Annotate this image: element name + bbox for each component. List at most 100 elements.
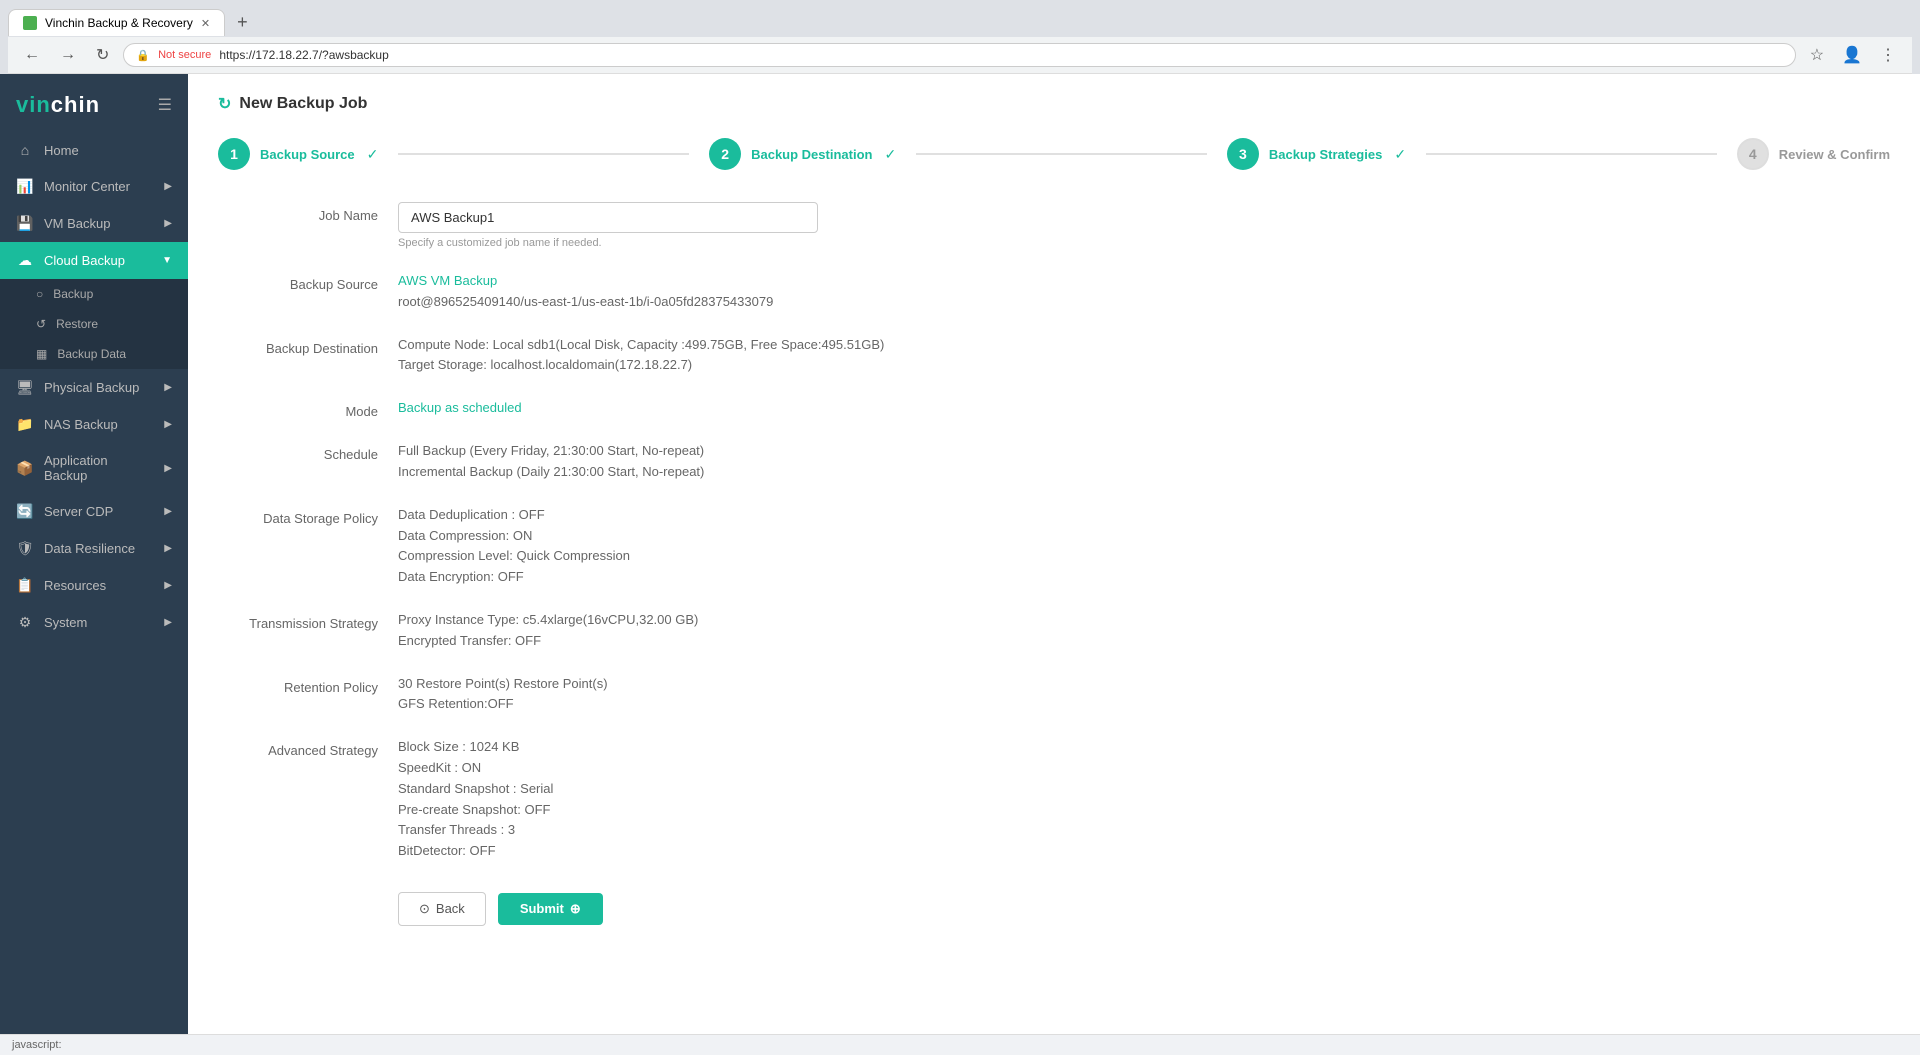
transmission-line2: Encrypted Transfer: OFF: [398, 631, 1118, 652]
physical-backup-arrow: ▶: [164, 382, 172, 393]
sidebar-item-physical-backup[interactable]: 🖥 Physical Backup ▶: [0, 369, 188, 406]
browser-nav-actions: ☆ 👤 ⋮: [1804, 43, 1902, 67]
step-2-number: 2: [721, 146, 729, 162]
step-2-check: ✓: [884, 146, 896, 163]
data-storage-line2: Data Compression: ON: [398, 526, 1118, 547]
sidebar-toggle-button[interactable]: ☰: [158, 95, 172, 115]
active-tab[interactable]: Vinchin Backup & Recovery ✕: [8, 9, 225, 36]
data-storage-line1: Data Deduplication : OFF: [398, 505, 1118, 526]
review-form: Job Name Specify a customized job name i…: [218, 202, 1118, 926]
sidebar-item-server-cdp[interactable]: 🔄 Server CDP ▶: [0, 493, 188, 530]
nas-backup-arrow: ▶: [164, 419, 172, 430]
sidebar-item-label-cloud-backup: Cloud Backup: [44, 253, 125, 268]
sidebar-item-label-physical-backup: Physical Backup: [44, 380, 139, 395]
step-divider-1: [398, 153, 689, 155]
advanced-line3: Standard Snapshot : Serial: [398, 779, 1118, 800]
server-cdp-icon: 🔄: [16, 503, 34, 520]
transmission-strategy-row: Transmission Strategy Proxy Instance Typ…: [218, 610, 1118, 652]
new-tab-button[interactable]: +: [229, 8, 256, 37]
bookmark-button[interactable]: ☆: [1804, 43, 1830, 67]
tab-close-button[interactable]: ✕: [201, 17, 210, 30]
page-title: New Backup Job: [239, 95, 367, 113]
sidebar-sub-item-backup[interactable]: ○ Backup: [0, 279, 188, 309]
step-2-circle: 2: [709, 138, 741, 170]
server-cdp-arrow: ▶: [164, 506, 172, 517]
sidebar-item-data-resilience[interactable]: 🛡 Data Resilience ▶: [0, 530, 188, 567]
advanced-strategy-row: Advanced Strategy Block Size : 1024 KB S…: [218, 737, 1118, 862]
sidebar-nav: ⌂ Home 📊 Monitor Center ▶ 💾 VM Backup ▶ …: [0, 132, 188, 1034]
home-icon: ⌂: [16, 142, 34, 158]
retention-policy-value: 30 Restore Point(s) Restore Point(s) GFS…: [398, 674, 1118, 716]
step-divider-3: [1426, 153, 1717, 155]
transmission-text: Proxy Instance Type: c5.4xlarge(16vCPU,3…: [398, 610, 1118, 652]
refresh-icon[interactable]: ↻: [218, 94, 231, 114]
sidebar-item-home[interactable]: ⌂ Home: [0, 132, 188, 168]
sidebar-item-monitor-center[interactable]: 📊 Monitor Center ▶: [0, 168, 188, 205]
back-circle-icon: ⊙: [419, 901, 430, 917]
step-divider-2: [916, 153, 1207, 155]
menu-button[interactable]: ⋮: [1874, 43, 1902, 67]
backup-destination-line1: Compute Node: Local sdb1(Local Disk, Cap…: [398, 335, 1118, 356]
forward-nav-button[interactable]: →: [54, 44, 82, 66]
sidebar-item-label-monitor-center: Monitor Center: [44, 179, 130, 194]
physical-backup-icon: 🖥: [16, 379, 34, 396]
profile-button[interactable]: 👤: [1836, 43, 1868, 67]
sidebar-item-label-resources: Resources: [44, 578, 106, 593]
transmission-strategy-value: Proxy Instance Type: c5.4xlarge(16vCPU,3…: [398, 610, 1118, 652]
retention-text: 30 Restore Point(s) Restore Point(s) GFS…: [398, 674, 1118, 716]
step-1-label: Backup Source: [260, 147, 355, 162]
schedule-row: Schedule Full Backup (Every Friday, 21:3…: [218, 441, 1118, 483]
sidebar-item-nas-backup[interactable]: 📁 NAS Backup ▶: [0, 406, 188, 443]
sidebar-item-label-data-resilience: Data Resilience: [44, 541, 135, 556]
backup-destination-label: Backup Destination: [218, 335, 378, 356]
sidebar-item-label-server-cdp: Server CDP: [44, 504, 113, 519]
step-3-circle: 3: [1227, 138, 1259, 170]
address-bar[interactable]: 🔒 Not secure https://172.18.22.7/?awsbac…: [123, 43, 1795, 67]
advanced-strategy-value: Block Size : 1024 KB SpeedKit : ON Stand…: [398, 737, 1118, 862]
sidebar-sub-item-restore[interactable]: ↺ Restore: [0, 309, 188, 339]
mode-row: Mode Backup as scheduled: [218, 398, 1118, 419]
data-storage-line4: Data Encryption: OFF: [398, 567, 1118, 588]
back-button[interactable]: ⊙ Back: [398, 892, 486, 926]
system-icon: ⚙: [16, 614, 34, 631]
step-4-number: 4: [1749, 146, 1757, 162]
sidebar-sub-item-backup-data[interactable]: ▦ Backup Data: [0, 339, 188, 369]
step-3-number: 3: [1239, 146, 1247, 162]
step-1: 1 Backup Source ✓: [218, 138, 378, 170]
url-display: https://172.18.22.7/?awsbackup: [219, 48, 388, 62]
sidebar-sub-label-backup: Backup: [53, 287, 93, 301]
nas-backup-icon: 📁: [16, 416, 34, 433]
cloud-backup-icon: ☁: [16, 252, 34, 269]
data-storage-policy-row: Data Storage Policy Data Deduplication :…: [218, 505, 1118, 588]
job-name-label: Job Name: [218, 202, 378, 223]
mode-value: Backup as scheduled: [398, 398, 1118, 419]
sidebar-item-system[interactable]: ⚙ System ▶: [0, 604, 188, 641]
backup-source-row: Backup Source AWS VM Backup root@8965254…: [218, 271, 1118, 313]
logo-text: vinchin: [16, 92, 100, 118]
sidebar-item-cloud-backup[interactable]: ☁ Cloud Backup ▼: [0, 242, 188, 279]
retention-line1: 30 Restore Point(s) Restore Point(s): [398, 674, 1118, 695]
data-resilience-icon: 🛡: [16, 540, 34, 557]
step-1-check: ✓: [367, 146, 379, 163]
sidebar-item-vm-backup[interactable]: 💾 VM Backup ▶: [0, 205, 188, 242]
vm-backup-arrow: ▶: [164, 218, 172, 229]
data-storage-policy-label: Data Storage Policy: [218, 505, 378, 526]
back-nav-button[interactable]: ←: [18, 44, 46, 66]
reload-button[interactable]: ↻: [90, 43, 115, 67]
sidebar-sub-label-restore: Restore: [56, 317, 98, 331]
sidebar-item-resources[interactable]: 📋 Resources ▶: [0, 567, 188, 604]
application-backup-icon: 📦: [16, 460, 34, 477]
sidebar-item-label-vm-backup: VM Backup: [44, 216, 110, 231]
advanced-strategy-label: Advanced Strategy: [218, 737, 378, 758]
schedule-value: Full Backup (Every Friday, 21:30:00 Star…: [398, 441, 1118, 483]
backup-data-icon: ▦: [36, 347, 47, 361]
step-1-circle: 1: [218, 138, 250, 170]
advanced-line4: Pre-create Snapshot: OFF: [398, 800, 1118, 821]
app-container: vinchin ☰ ⌂ Home 📊 Monitor Center ▶ 💾 VM…: [0, 74, 1920, 1034]
step-4-label: Review & Confirm: [1779, 147, 1890, 162]
submit-button[interactable]: Submit ⊕: [498, 893, 603, 925]
sidebar-item-application-backup[interactable]: 📦 Application Backup ▶: [0, 443, 188, 493]
sidebar-sub-cloud-backup: ○ Backup ↺ Restore ▦ Backup Data: [0, 279, 188, 369]
job-name-input[interactable]: [398, 202, 818, 233]
data-storage-policy-value: Data Deduplication : OFF Data Compressio…: [398, 505, 1118, 588]
